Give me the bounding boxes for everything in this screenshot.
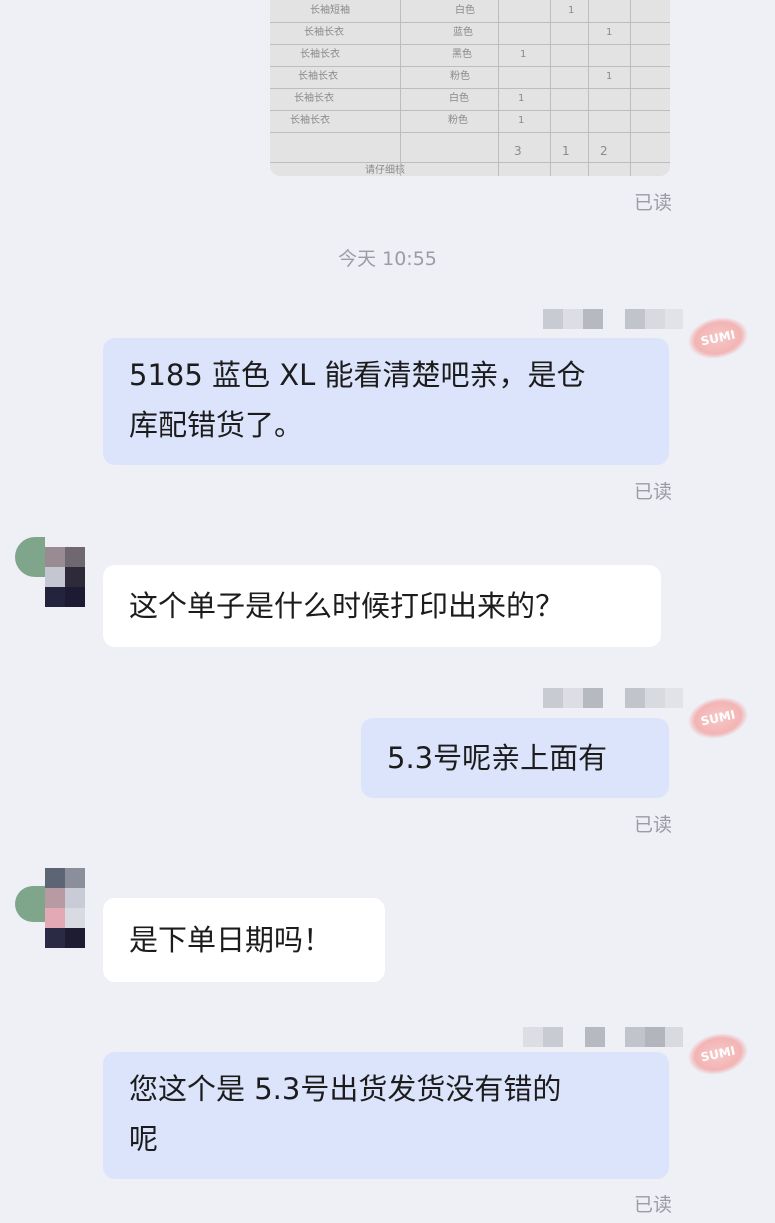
message-bubble-outgoing[interactable]: 5185 蓝色 XL 能看清楚吧亲，是仓 库配错货了。 bbox=[103, 338, 669, 465]
contact-avatar-blurred[interactable] bbox=[15, 537, 85, 607]
slip-row: 长袖长衣 黑色 1 bbox=[270, 44, 670, 67]
slip-totals-row: 3 1 2 bbox=[270, 140, 670, 163]
slip-row: 长袖长衣 粉色 1 bbox=[270, 66, 670, 89]
slip-footer: 请仔细核 bbox=[365, 165, 405, 176]
read-receipt: 已读 bbox=[633, 1194, 672, 1216]
slip-grid-line bbox=[588, 0, 589, 176]
sender-name-blurred bbox=[543, 309, 683, 329]
avatar-stamp-icon[interactable]: SUMI bbox=[684, 692, 752, 744]
read-receipt: 已读 bbox=[633, 814, 672, 836]
slip-grid-line bbox=[630, 0, 631, 176]
avatar-stamp-icon[interactable]: SUMI bbox=[684, 312, 752, 364]
message-bubble-incoming[interactable]: 是下单日期吗！ bbox=[103, 898, 385, 982]
message-bubble-outgoing[interactable]: 5.3号呢亲上面有 bbox=[361, 718, 669, 798]
slip-row: 长袖长衣 粉色 1 bbox=[270, 110, 670, 133]
message-bubble-incoming[interactable]: 这个单子是什么时候打印出来的？ bbox=[103, 565, 661, 647]
slip-grid-line bbox=[550, 0, 551, 176]
sender-name-blurred bbox=[523, 1027, 683, 1047]
order-slip-photo[interactable]: 长袖短袖 白色 1 长袖长衣 蓝色 1 长袖长衣 黑色 1 长袖长衣 粉色 1 … bbox=[270, 0, 670, 176]
slip-row: 长袖短袖 白色 1 bbox=[270, 0, 670, 23]
slip-row: 长袖长衣 蓝色 1 bbox=[270, 22, 670, 45]
timestamp: 今天 10:55 bbox=[338, 248, 437, 270]
read-receipt: 已读 bbox=[633, 481, 672, 503]
avatar-stamp-icon[interactable]: SUMI bbox=[684, 1028, 752, 1080]
slip-grid-line bbox=[498, 0, 499, 176]
read-receipt: 已读 bbox=[633, 192, 672, 214]
slip-grid-line bbox=[400, 0, 401, 176]
contact-avatar-blurred[interactable] bbox=[15, 868, 85, 948]
slip-row: 长袖长衣 白色 1 bbox=[270, 88, 670, 111]
message-bubble-outgoing[interactable]: 您这个是 5.3号出货发货没有错的 呢 bbox=[103, 1052, 669, 1179]
sender-name-blurred bbox=[543, 688, 683, 708]
